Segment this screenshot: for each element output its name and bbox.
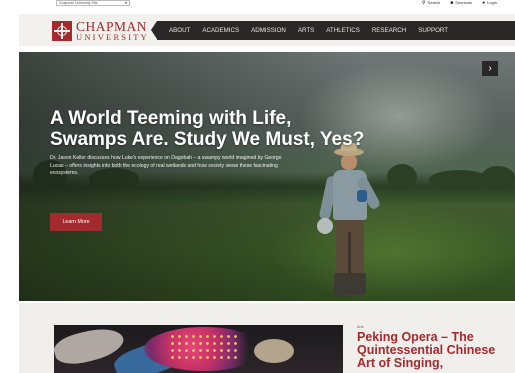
- nav-item-arts[interactable]: ARTS: [292, 27, 320, 34]
- site-search-select-value: Chapman University Site: [59, 1, 98, 5]
- chapman-crest-icon: [52, 20, 72, 41]
- logo-wordmark: CHAPMAN UNIVERSITY: [76, 18, 149, 42]
- utility-link-label: Search: [427, 0, 441, 5]
- feature-image[interactable]: [54, 325, 343, 373]
- logo-wordmark-bottom: UNIVERSITY: [76, 32, 149, 42]
- chevron-right-icon: ›: [488, 62, 492, 74]
- hero-banner: A World Teeming with Life, Swamps Are. S…: [19, 52, 515, 301]
- hero-title-line1: A World Teeming with Life,: [50, 108, 292, 129]
- grid-icon: ■: [450, 0, 454, 6]
- nav-item-research[interactable]: RESEARCH: [366, 27, 412, 34]
- utility-link-search[interactable]: ⚲ Search: [422, 0, 440, 6]
- site-search-select[interactable]: Chapman University Site ▾: [56, 0, 130, 6]
- utility-link-label: Login: [487, 0, 497, 5]
- feature-title-link[interactable]: Peking Opera – The Quintessential Chines…: [357, 331, 507, 370]
- hero-person-image: [317, 143, 387, 301]
- learn-more-button[interactable]: Learn More: [50, 213, 102, 231]
- search-icon: ⚲: [421, 0, 426, 6]
- hero-description: Dr. Jason Keller discusses how Luke's ex…: [50, 155, 282, 176]
- chapman-logo[interactable]: CHAPMAN UNIVERSITY: [52, 18, 149, 42]
- hero-title-line2: Swamps Are. Study We Must, Yes?: [50, 129, 365, 150]
- utility-link-label: Shortcuts: [455, 0, 473, 5]
- nav-item-academics[interactable]: ACADEMICS: [196, 27, 245, 34]
- slide-next-button[interactable]: ›: [482, 61, 498, 76]
- logo-wordmark-top: CHAPMAN: [76, 18, 148, 34]
- nav-item-support[interactable]: SUPPORT: [412, 27, 454, 34]
- feature-category: Arts: [357, 325, 364, 329]
- main-nav: ABOUT ACADEMICS ADMISSION ARTS ATHLETICS…: [151, 21, 515, 40]
- site-header: CHAPMAN UNIVERSITY ABOUT ACADEMICS ADMIS…: [19, 14, 515, 46]
- utility-links: ⚲ Search ■ Shortcuts ● Login: [422, 0, 497, 6]
- hero-title: A World Teeming with Life, Swamps Are. S…: [50, 108, 390, 150]
- chevron-down-icon: ▾: [124, 0, 127, 5]
- utility-bar: Chapman University Site ▾ ⚲ Search ■ Sho…: [0, 0, 515, 8]
- nav-item-admission[interactable]: ADMISSION: [245, 27, 292, 34]
- nav-item-athletics[interactable]: ATHLETICS: [320, 27, 366, 34]
- utility-link-login[interactable]: ● Login: [482, 0, 497, 6]
- utility-link-shortcuts[interactable]: ■ Shortcuts: [450, 0, 472, 6]
- nav-item-about[interactable]: ABOUT: [157, 27, 196, 34]
- person-icon: ●: [482, 0, 486, 6]
- page: Chapman University Site ▾ ⚲ Search ■ Sho…: [0, 0, 515, 373]
